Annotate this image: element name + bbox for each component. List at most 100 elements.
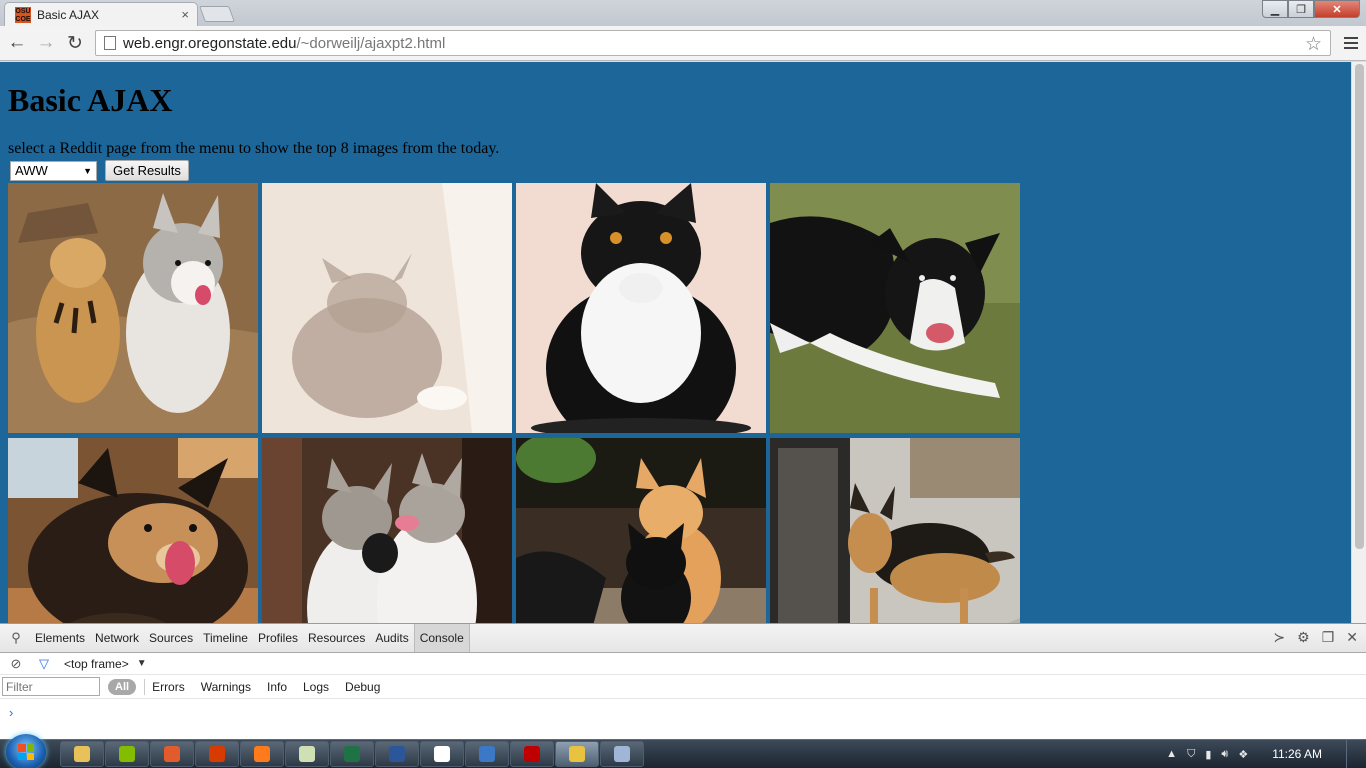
dock-icon[interactable]: ❐	[1322, 629, 1335, 646]
forward-arrow-icon[interactable]: →	[35, 32, 57, 54]
back-arrow-icon[interactable]: ←	[6, 32, 28, 54]
taskbar-firefox-button[interactable]	[240, 741, 284, 767]
taskbar-office-app-button[interactable]	[195, 741, 239, 767]
console-drawer-icon[interactable]: ≻	[1273, 629, 1285, 646]
taskbar-paint-button[interactable]	[600, 741, 644, 767]
taskbar-document-button[interactable]	[420, 741, 464, 767]
subreddit-select[interactable]: AWW ▼	[10, 160, 97, 181]
show-desktop-button[interactable]	[1346, 740, 1358, 768]
console-filter-input[interactable]	[2, 677, 100, 696]
system-tray: ▲ ⛉ ▮ 🔊︎ ❖ 11:26 AM	[1166, 740, 1358, 768]
page-icon	[104, 36, 116, 50]
image-cat-behind-curtain[interactable]	[262, 183, 512, 433]
tab-elements[interactable]: Elements	[30, 624, 90, 652]
image-german-shepherd-by-door[interactable]	[770, 438, 1020, 623]
level-info-button[interactable]: Info	[267, 680, 287, 694]
windows-logo-icon	[18, 744, 34, 760]
title-bar: OSU COE Basic AJAX × ▁ ❐ ✕	[0, 0, 1366, 26]
taskbar-notepad-button[interactable]	[285, 741, 329, 767]
taskbar-browser-app-button[interactable]	[465, 741, 509, 767]
taskbar-apps	[60, 741, 644, 767]
reload-icon[interactable]: ↻	[64, 32, 86, 54]
address-bar[interactable]: web.engr.oregonstate.edu/~dorweilj/ajaxp…	[95, 30, 1331, 56]
minimize-button[interactable]: ▁	[1262, 0, 1288, 18]
level-errors-button[interactable]: Errors	[152, 680, 185, 694]
frame-dropdown-icon[interactable]: ▼	[137, 658, 147, 669]
image-two-kittens-nuzzling[interactable]	[262, 438, 512, 623]
word-icon	[389, 746, 405, 762]
osu-favicon-icon: OSU COE	[15, 6, 31, 23]
windows-taskbar: ▲ ⛉ ▮ 🔊︎ ❖ 11:26 AM	[0, 734, 1366, 768]
dropbox-icon[interactable]: ❖	[1238, 748, 1248, 761]
filter-divider	[144, 678, 146, 695]
controls-row: AWW ▼ Get Results	[10, 160, 1343, 181]
image-smiling-fluffy-dog[interactable]	[8, 438, 258, 623]
level-warnings-button[interactable]: Warnings	[201, 680, 251, 694]
tab-resources[interactable]: Resources	[303, 624, 370, 652]
office-app-icon	[209, 746, 225, 762]
level-all-button[interactable]: All	[108, 678, 137, 695]
volume-icon[interactable]: 🔊︎	[1221, 748, 1228, 761]
frame-selector[interactable]: <top frame>	[64, 657, 129, 671]
devtools-search-icon[interactable]: ⚲	[2, 630, 30, 646]
tab-close-icon[interactable]: ×	[181, 7, 189, 22]
page-title: Basic AJAX	[8, 82, 173, 118]
paint-icon	[614, 746, 630, 762]
filter-funnel-icon[interactable]: ▽	[36, 656, 52, 672]
taskbar-clock[interactable]: 11:26 AM	[1272, 747, 1322, 761]
browser-app-icon	[479, 746, 495, 762]
get-results-button[interactable]: Get Results	[105, 160, 189, 181]
image-orange-kitten-and-black-kitten[interactable]	[516, 438, 766, 623]
excel-icon	[344, 746, 360, 762]
spotify-icon	[119, 746, 135, 762]
bookmark-star-icon[interactable]: ☆	[1305, 33, 1322, 56]
browser-toolbar: ← → ↻ web.engr.oregonstate.edu/~dorweilj…	[0, 26, 1366, 61]
maximize-button[interactable]: ❐	[1288, 0, 1314, 18]
tab-title: Basic AJAX	[37, 7, 100, 22]
close-window-button[interactable]: ✕	[1314, 0, 1360, 18]
devtools-tabbar: ⚲ Elements Network Sources Timeline Prof…	[0, 624, 1366, 653]
close-devtools-icon[interactable]: ✕	[1346, 629, 1358, 646]
taskbar-spotify-button[interactable]	[105, 741, 149, 767]
taskbar-filezilla-button[interactable]	[510, 741, 554, 767]
image-border-collie-on-grass[interactable]	[770, 183, 1020, 433]
console-toolbar: ⊘ ▽ <top frame> ▼	[0, 653, 1366, 675]
taskbar-excel-button[interactable]	[330, 741, 374, 767]
clear-console-icon[interactable]: ⊘	[8, 656, 24, 672]
scrollbar-thumb[interactable]	[1355, 64, 1364, 549]
taskbar-media-player-button[interactable]	[150, 741, 194, 767]
media-player-icon	[164, 746, 180, 762]
document-icon	[434, 746, 450, 762]
tab-sources[interactable]: Sources	[144, 624, 198, 652]
filezilla-icon	[524, 746, 540, 762]
subreddit-select-value: AWW	[15, 163, 48, 178]
chrome-menu-icon[interactable]	[1342, 33, 1360, 53]
taskbar-word-button[interactable]	[375, 741, 419, 767]
tab-console[interactable]: Console	[413, 624, 470, 652]
page-scrollbar[interactable]	[1351, 62, 1366, 623]
level-debug-button[interactable]: Debug	[345, 680, 380, 694]
image-husky-puppy-and-tiger-cub[interactable]	[8, 183, 258, 433]
show-hidden-icons-icon[interactable]: ▲	[1166, 748, 1177, 760]
url-path: /~dorweilj/ajaxpt2.html	[296, 34, 446, 52]
tab-timeline[interactable]: Timeline	[198, 624, 253, 652]
page-viewport: Basic AJAX select a Reddit page from the…	[0, 62, 1351, 623]
remove-hardware-icon[interactable]: ⛉	[1187, 748, 1195, 761]
window-controls: ▁ ❐ ✕	[1262, 0, 1360, 18]
console-prompt[interactable]: ›	[0, 699, 1366, 720]
network-signal-icon[interactable]: ▮	[1205, 748, 1211, 761]
tab-audits[interactable]: Audits	[370, 624, 413, 652]
browser-tab[interactable]: OSU COE Basic AJAX ×	[4, 2, 198, 26]
taskbar-file-explorer-button[interactable]	[60, 741, 104, 767]
settings-gear-icon[interactable]: ⚙	[1297, 629, 1310, 646]
image-black-and-white-fluffy-cat[interactable]	[516, 183, 766, 433]
start-button[interactable]	[6, 734, 46, 768]
new-tab-button[interactable]	[199, 6, 235, 22]
image-grid	[8, 183, 1343, 623]
tab-network[interactable]: Network	[90, 624, 144, 652]
taskbar-chrome-button[interactable]	[555, 741, 599, 767]
devtools-panel: ⚲ Elements Network Sources Timeline Prof…	[0, 623, 1366, 739]
page-description: select a Reddit page from the menu to sh…	[8, 140, 500, 157]
tab-profiles[interactable]: Profiles	[253, 624, 303, 652]
level-logs-button[interactable]: Logs	[303, 680, 329, 694]
